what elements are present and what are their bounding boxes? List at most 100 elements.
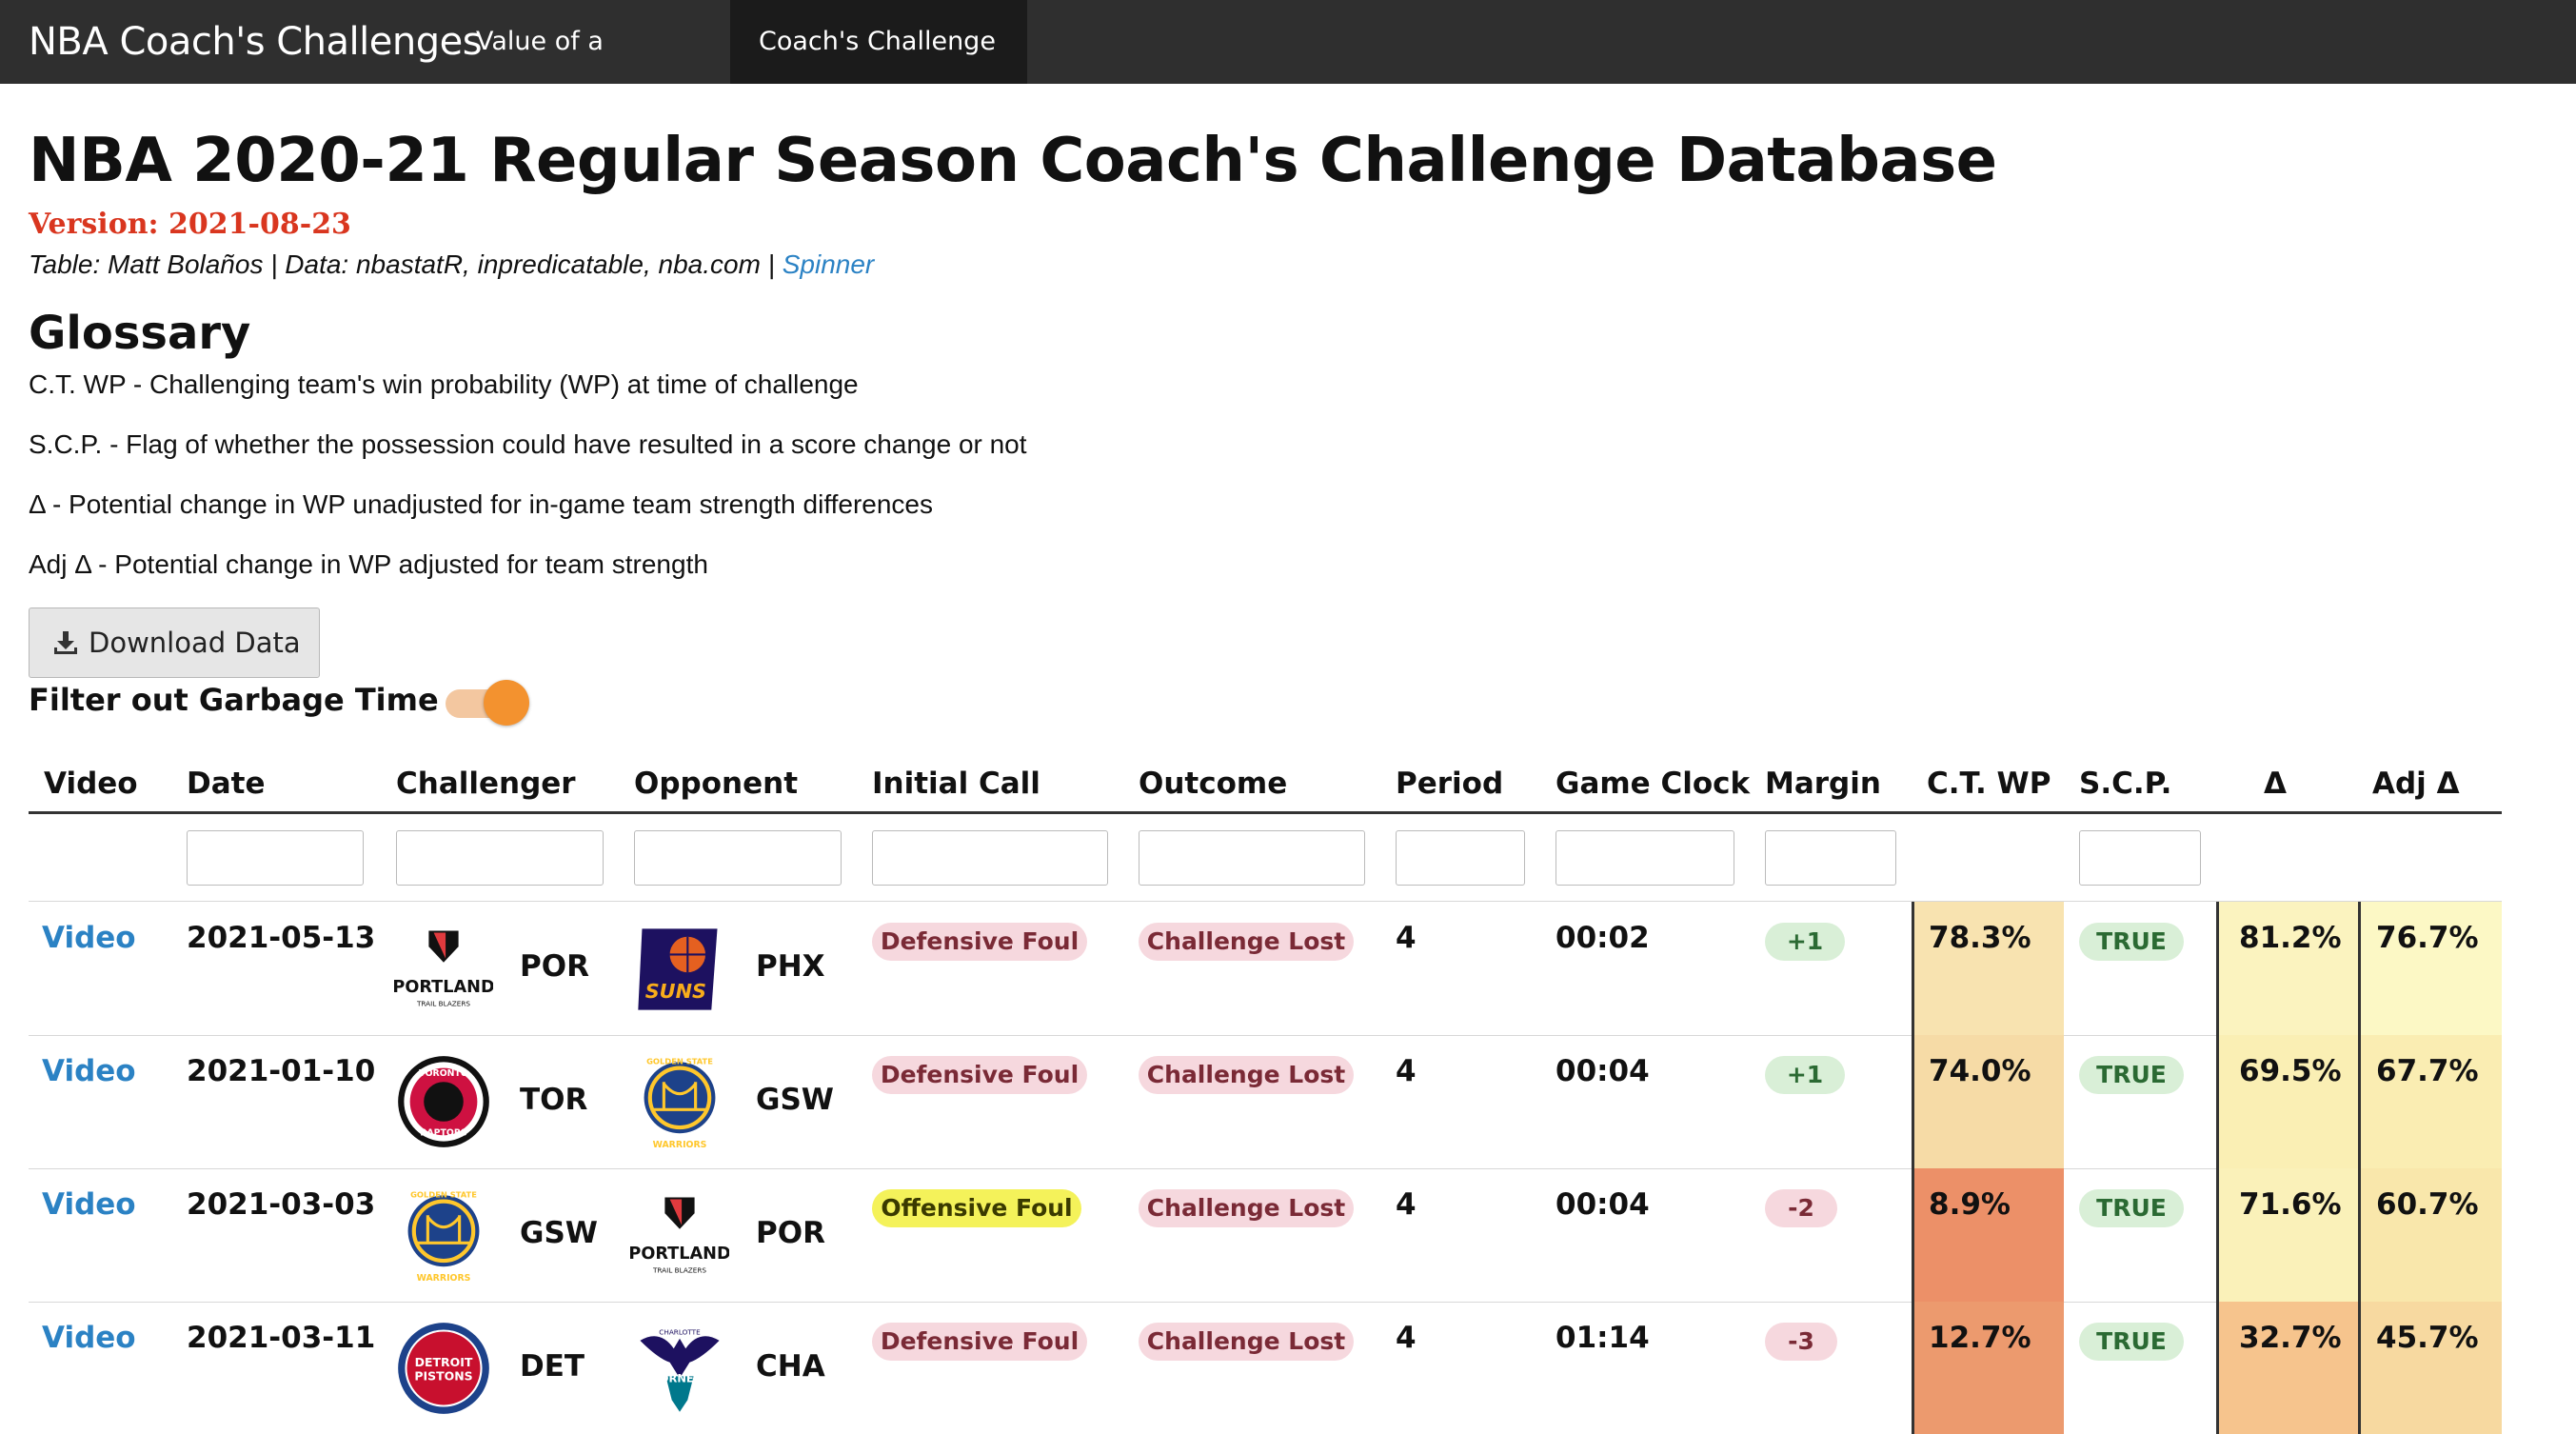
col-header-ct-wp[interactable]: C.T. WP: [1927, 743, 2051, 811]
scp-badge: TRUE: [2079, 1189, 2184, 1227]
column-divider: [1912, 1035, 1914, 1168]
column-divider: [2216, 1168, 2219, 1302]
suns-logo-icon: SUNS: [638, 928, 718, 1010]
col-header-delta[interactable]: Δ: [2264, 743, 2287, 811]
svg-text:WARRIORS: WARRIORS: [417, 1273, 471, 1284]
filter-challenger-input[interactable]: [396, 830, 604, 886]
filter-margin-input[interactable]: [1765, 830, 1896, 886]
glossary-item: C.T. WP - Challenging team's win probabi…: [29, 369, 859, 399]
delta-cell: 69.5%: [2239, 1054, 2342, 1088]
margin-badge: +1: [1765, 923, 1845, 961]
opponent-abbr: PHX: [756, 949, 825, 984]
column-divider: [2358, 1168, 2361, 1302]
filter-garbage-time-toggle[interactable]: [444, 680, 529, 726]
svg-text:GOLDEN STATE: GOLDEN STATE: [646, 1056, 713, 1066]
col-header-adj-delta[interactable]: Adj Δ: [2372, 743, 2460, 811]
credit-line: Table: Matt Bolaños | Data: nbastatR, in…: [29, 249, 874, 280]
spinner-link[interactable]: Spinner: [783, 249, 875, 279]
period-cell: 4: [1396, 1054, 1417, 1088]
filter-date-input[interactable]: [187, 830, 364, 886]
filter-outcome-input[interactable]: [1139, 830, 1365, 886]
video-link[interactable]: Video: [42, 921, 136, 955]
col-header-opponent[interactable]: Opponent: [634, 743, 798, 811]
table-row: Video 2021-03-11 DETROIT PISTONS DET HORNETS C…: [29, 1302, 2502, 1434]
filter-scp-input[interactable]: [2079, 830, 2201, 886]
column-divider: [2358, 1302, 2361, 1434]
col-header-period[interactable]: Period: [1396, 743, 1503, 811]
filter-game-clock-input[interactable]: [1556, 830, 1734, 886]
col-header-date[interactable]: Date: [187, 743, 266, 811]
delta-cell: 32.7%: [2239, 1321, 2342, 1355]
scp-badge: TRUE: [2079, 923, 2184, 961]
video-link[interactable]: Video: [42, 1321, 136, 1355]
video-link[interactable]: Video: [42, 1187, 136, 1222]
credit-text: Table: Matt Bolaños | Data: nbastatR, in…: [29, 249, 783, 279]
challenger-abbr: TOR: [520, 1083, 588, 1117]
filter-initial-call-input[interactable]: [872, 830, 1108, 886]
col-header-outcome[interactable]: Outcome: [1139, 743, 1287, 811]
glossary-title: Glossary: [29, 307, 251, 360]
initial-call-badge: Offensive Foul: [872, 1189, 1081, 1227]
svg-text:TRAIL BLAZERS: TRAIL BLAZERS: [416, 1000, 470, 1008]
margin-badge: -2: [1765, 1189, 1837, 1227]
period-cell: 4: [1396, 1321, 1417, 1355]
ct-wp-cell: 78.3%: [1929, 921, 2031, 955]
period-cell: 4: [1396, 921, 1417, 955]
svg-text:DETROIT: DETROIT: [415, 1355, 473, 1369]
date-cell: 2021-05-13: [187, 921, 376, 955]
navbar: NBA Coach's Challenges Value of a Challe…: [0, 0, 2576, 140]
challenger-abbr: GSW: [520, 1216, 598, 1250]
table-row: Video 2021-03-03 GOLDEN STATE WARRIORS GSW PO…: [29, 1168, 2502, 1302]
download-data-button[interactable]: Download Data: [29, 607, 320, 678]
col-header-margin[interactable]: Margin: [1765, 743, 1881, 811]
svg-text:WARRIORS: WARRIORS: [653, 1140, 707, 1150]
column-divider: [2216, 1035, 2219, 1168]
initial-call-badge: Defensive Foul: [872, 923, 1087, 961]
ct-wp-cell: 8.9%: [1929, 1187, 2011, 1222]
svg-text:HORNETS: HORNETS: [650, 1372, 709, 1385]
date-cell: 2021-03-11: [187, 1321, 376, 1355]
brand-title[interactable]: NBA Coach's Challenges: [29, 0, 483, 84]
svg-text:TORONTO: TORONTO: [419, 1068, 468, 1079]
game-clock-cell: 00:02: [1556, 921, 1650, 955]
initial-call-badge: Defensive Foul: [872, 1323, 1087, 1361]
filter-opponent-input[interactable]: [634, 830, 842, 886]
adj-delta-cell: 45.7%: [2376, 1321, 2479, 1355]
trail-blazers-logo-icon: PORTLAND TRAIL BLAZERS: [394, 926, 493, 1008]
margin-badge: -3: [1765, 1323, 1837, 1361]
col-header-challenger[interactable]: Challenger: [396, 743, 576, 811]
outcome-badge: Challenge Lost: [1139, 1323, 1354, 1361]
warriors-logo-icon: GOLDEN STATE WARRIORS: [407, 1189, 480, 1284]
glossary-item: Adj Δ - Potential change in WP adjusted …: [29, 549, 708, 579]
svg-text:PORTLAND: PORTLAND: [394, 978, 493, 997]
filter-period-input[interactable]: [1396, 830, 1525, 886]
date-cell: 2021-03-03: [187, 1187, 376, 1222]
opponent-abbr: CHA: [756, 1349, 825, 1384]
svg-text:TRAIL BLAZERS: TRAIL BLAZERS: [652, 1266, 706, 1275]
tab-challenge-db[interactable]: Coach's Challenge DB: [730, 0, 1027, 140]
svg-text:PISTONS: PISTONS: [414, 1368, 472, 1383]
svg-text:GOLDEN STATE: GOLDEN STATE: [410, 1189, 477, 1199]
col-header-game-clock[interactable]: Game Clock: [1556, 743, 1750, 811]
margin-badge: +1: [1765, 1056, 1845, 1094]
toggle-knob[interactable]: [484, 680, 529, 726]
pistons-logo-icon: DETROITPISTONS: [398, 1323, 489, 1414]
opponent-abbr: GSW: [756, 1083, 834, 1117]
page-title: NBA 2020-21 Regular Season Coach's Chall…: [29, 126, 1997, 196]
game-clock-cell: 00:04: [1556, 1187, 1650, 1222]
outcome-badge: Challenge Lost: [1139, 1056, 1354, 1094]
hornets-logo-icon: HORNETS CHARLOTTE: [640, 1328, 720, 1412]
glossary-item: Δ - Potential change in WP unadjusted fo…: [29, 489, 933, 519]
column-divider: [2358, 1035, 2361, 1168]
col-header-video[interactable]: Video: [44, 743, 138, 811]
column-divider: [2358, 902, 2361, 1035]
version-label: Version: 2021-08-23: [29, 208, 351, 241]
tab-value-of-challenge[interactable]: Value of a Challenge: [447, 0, 704, 140]
adj-delta-cell: 60.7%: [2376, 1187, 2479, 1222]
outcome-badge: Challenge Lost: [1139, 1189, 1354, 1227]
video-link[interactable]: Video: [42, 1054, 136, 1088]
col-header-scp[interactable]: S.C.P.: [2079, 743, 2171, 811]
col-header-initial-call[interactable]: Initial Call: [872, 743, 1040, 811]
scp-badge: TRUE: [2079, 1056, 2184, 1094]
raptors-logo-icon: TORONTO RAPTORS: [398, 1056, 489, 1147]
